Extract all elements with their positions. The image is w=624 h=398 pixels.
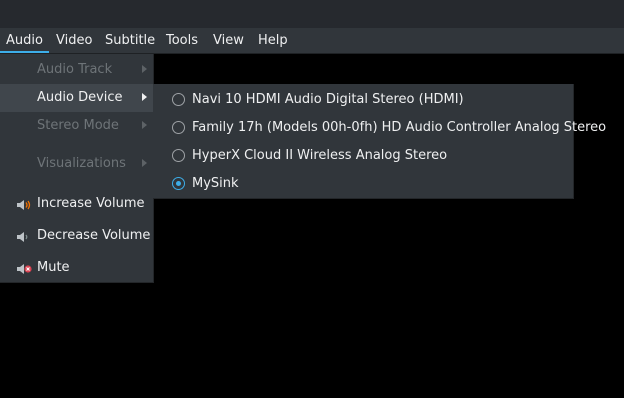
menu-view[interactable]: View [207, 28, 250, 53]
decrease-volume-label: Decrease Volume [37, 228, 151, 243]
radio-checked-icon[interactable] [172, 177, 185, 190]
audio-device-item[interactable]: Audio Device [0, 84, 153, 112]
menu-help[interactable]: Help [252, 28, 294, 53]
device-label: Family 17h (Models 00h-0fh) HD Audio Con… [192, 120, 607, 135]
volume-high-icon [17, 200, 31, 210]
submenu-arrow-icon [142, 121, 147, 129]
device-label: HyperX Cloud II Wireless Analog Stereo [192, 148, 448, 163]
increase-volume-label: Increase Volume [37, 196, 145, 211]
visualizations-item[interactable]: Visualizations [0, 150, 153, 178]
audio-device-label: Audio Device [37, 90, 123, 105]
mute-item[interactable]: Mute [0, 254, 153, 282]
device-label: Navi 10 HDMI Audio Digital Stereo (HDMI) [192, 92, 464, 107]
submenu-arrow-icon [142, 93, 147, 101]
menu-subtitle[interactable]: Subtitle [99, 28, 161, 53]
radio-unchecked-icon[interactable] [172, 149, 185, 162]
audio-track-item[interactable]: Audio Track [0, 56, 153, 84]
stereo-mode-label: Stereo Mode [37, 118, 119, 133]
volume-low-icon [17, 232, 28, 242]
device-label: MySink [192, 176, 239, 191]
mute-label: Mute [37, 260, 70, 275]
menu-tools[interactable]: Tools [160, 28, 204, 53]
audio-menu: Audio Track Audio Device Stereo Mode Vis… [0, 54, 154, 283]
increase-volume-item[interactable]: Increase Volume [0, 190, 153, 218]
decrease-volume-item[interactable]: Decrease Volume [0, 222, 153, 250]
radio-unchecked-icon[interactable] [172, 121, 185, 134]
menu-bar: Audio Video Subtitle Tools View Help [0, 28, 624, 54]
submenu-arrow-icon [142, 65, 147, 73]
device-option[interactable]: Family 17h (Models 00h-0fh) HD Audio Con… [153, 114, 606, 142]
menu-audio[interactable]: Audio [0, 28, 49, 53]
stereo-mode-item[interactable]: Stereo Mode [0, 112, 153, 140]
submenu-arrow-icon [142, 159, 147, 167]
audio-device-menu: Navi 10 HDMI Audio Digital Stereo (HDMI)… [153, 84, 606, 199]
device-option[interactable]: Navi 10 HDMI Audio Digital Stereo (HDMI) [153, 86, 573, 114]
title-bar [0, 0, 624, 28]
device-option-selected[interactable]: MySink [153, 170, 573, 198]
radio-unchecked-icon[interactable] [172, 93, 185, 106]
visualizations-label: Visualizations [37, 156, 126, 171]
volume-muted-icon [17, 264, 32, 274]
device-option[interactable]: HyperX Cloud II Wireless Analog Stereo [153, 142, 573, 170]
audio-track-label: Audio Track [37, 62, 113, 77]
menu-video[interactable]: Video [50, 28, 98, 53]
